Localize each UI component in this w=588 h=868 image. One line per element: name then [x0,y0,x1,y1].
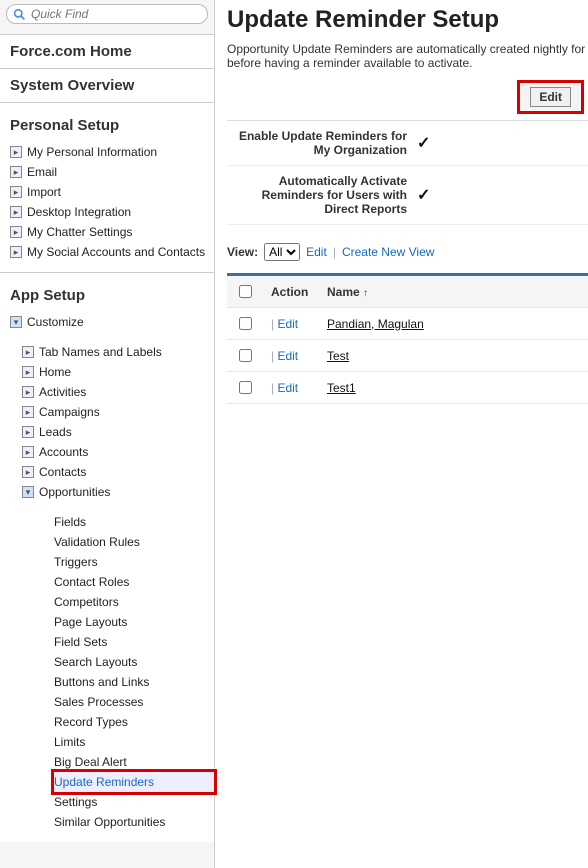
row-edit-link[interactable]: Edit [277,317,298,331]
nav-contact-roles[interactable]: Contact Roles [54,575,129,589]
create-new-view-link[interactable]: Create New View [342,245,434,259]
nav-tab-names[interactable]: Tab Names and Labels [39,345,162,359]
nav-page-layouts[interactable]: Page Layouts [54,615,127,629]
setting-row: Enable Update Reminders for My Organizat… [227,121,588,166]
main-content: Update Reminder Setup Opportunity Update… [215,0,588,868]
row-edit-link[interactable]: Edit [277,381,298,395]
search-icon [13,8,26,21]
nav-search-layouts[interactable]: Search Layouts [54,655,137,669]
page-title: Update Reminder Setup [227,6,588,34]
nav-record-types[interactable]: Record Types [54,715,128,729]
expand-icon[interactable]: ▸ [22,426,34,438]
col-action[interactable]: Action [263,276,319,308]
edit-button-highlight: Edit [517,80,584,114]
table-row: | Edit Test [227,340,588,372]
personal-setup-list: ▸My Personal Information ▸Email ▸Import … [0,142,214,272]
pipe-divider: | [333,245,336,259]
col-name[interactable]: Name ↑ [319,276,588,308]
view-row: View: All Edit | Create New View [227,243,588,261]
expand-icon[interactable]: ▸ [22,386,34,398]
nav-accounts[interactable]: Accounts [39,445,88,459]
nav-field-sets[interactable]: Field Sets [54,635,107,649]
nav-sales-processes[interactable]: Sales Processes [54,695,143,709]
view-label: View: [227,245,258,259]
row-checkbox[interactable] [239,349,252,362]
nav-validation-rules[interactable]: Validation Rules [54,535,140,549]
sort-asc-icon: ↑ [363,288,368,299]
nav-settings[interactable]: Settings [54,795,97,809]
expand-icon[interactable]: ▸ [22,446,34,458]
edit-button-row: Edit [227,80,588,114]
row-checkbox[interactable] [239,381,252,394]
nav-activities[interactable]: Activities [39,385,86,399]
row-checkbox[interactable] [239,317,252,330]
nav-personal-info[interactable]: My Personal Information [27,145,157,159]
sidebar: Force.com Home System Overview Personal … [0,0,215,868]
row-name-link[interactable]: Test1 [327,381,356,395]
nav-system-overview[interactable]: System Overview [0,69,214,103]
nav-email[interactable]: Email [27,165,57,179]
nav-update-reminders[interactable]: Update Reminders [54,775,154,789]
expand-icon[interactable]: ▸ [10,206,22,218]
setting-label: Enable Update Reminders for My Organizat… [227,129,417,157]
table-row: | Edit Test1 [227,372,588,404]
check-icon: ✓ [417,133,430,153]
row-edit-link[interactable]: Edit [277,349,298,363]
nav-home[interactable]: Home [39,365,71,379]
list-table: Action Name ↑ | Edit Pandian, Magulan | … [227,276,588,404]
nav-import[interactable]: Import [27,185,61,199]
expand-icon[interactable]: ▸ [10,186,22,198]
customize-list: ▸Tab Names and Labels ▸Home ▸Activities … [0,342,214,512]
table-row: | Edit Pandian, Magulan [227,308,588,340]
nav-competitors[interactable]: Competitors [54,595,119,609]
app-setup-list: ▾ Customize [0,312,214,342]
nav-contacts[interactable]: Contacts [39,465,86,479]
nav-leads[interactable]: Leads [39,425,72,439]
search-wrap [0,0,214,35]
list-table-wrap: Action Name ↑ | Edit Pandian, Magulan | … [227,273,588,404]
search-input[interactable] [29,6,201,22]
setting-row: Automatically Activate Reminders for Use… [227,166,588,225]
opportunities-list: Fields Validation Rules Triggers Contact… [0,512,214,842]
nav-buttons-links[interactable]: Buttons and Links [54,675,149,689]
nav-big-deal-alert[interactable]: Big Deal Alert [54,755,127,769]
expand-icon[interactable]: ▸ [22,366,34,378]
check-icon: ✓ [417,185,430,205]
expand-icon[interactable]: ▸ [22,346,34,358]
nav-triggers[interactable]: Triggers [54,555,98,569]
expand-icon[interactable]: ▸ [22,406,34,418]
row-name-link[interactable]: Test [327,349,349,363]
nav-chatter-settings[interactable]: My Chatter Settings [27,225,132,239]
nav-customize[interactable]: Customize [27,315,84,329]
expand-icon[interactable]: ▸ [10,146,22,158]
nav-force-home[interactable]: Force.com Home [0,35,214,69]
expand-icon[interactable]: ▸ [22,466,34,478]
nav-desktop-integration[interactable]: Desktop Integration [27,205,131,219]
row-name-link[interactable]: Pandian, Magulan [327,317,424,331]
collapse-icon[interactable]: ▾ [22,486,34,498]
nav-limits[interactable]: Limits [54,735,85,749]
section-app-setup: App Setup [0,273,214,312]
settings-block: Enable Update Reminders for My Organizat… [227,120,588,225]
section-personal-setup: Personal Setup [0,103,214,142]
search-box[interactable] [6,4,208,24]
nav-fields[interactable]: Fields [54,515,86,529]
view-select[interactable]: All [264,243,300,261]
page-description: Opportunity Update Reminders are automat… [227,42,588,70]
view-edit-link[interactable]: Edit [306,245,327,259]
nav-similar-opportunities[interactable]: Similar Opportunities [54,815,165,829]
edit-button[interactable]: Edit [530,87,571,107]
select-all-checkbox[interactable] [239,285,252,298]
setting-label: Automatically Activate Reminders for Use… [227,174,417,216]
expand-icon[interactable]: ▸ [10,246,22,258]
collapse-icon[interactable]: ▾ [10,316,22,328]
nav-campaigns[interactable]: Campaigns [39,405,100,419]
nav-opportunities[interactable]: Opportunities [39,485,110,499]
expand-icon[interactable]: ▸ [10,226,22,238]
expand-icon[interactable]: ▸ [10,166,22,178]
nav-social-accounts[interactable]: My Social Accounts and Contacts [27,245,205,259]
